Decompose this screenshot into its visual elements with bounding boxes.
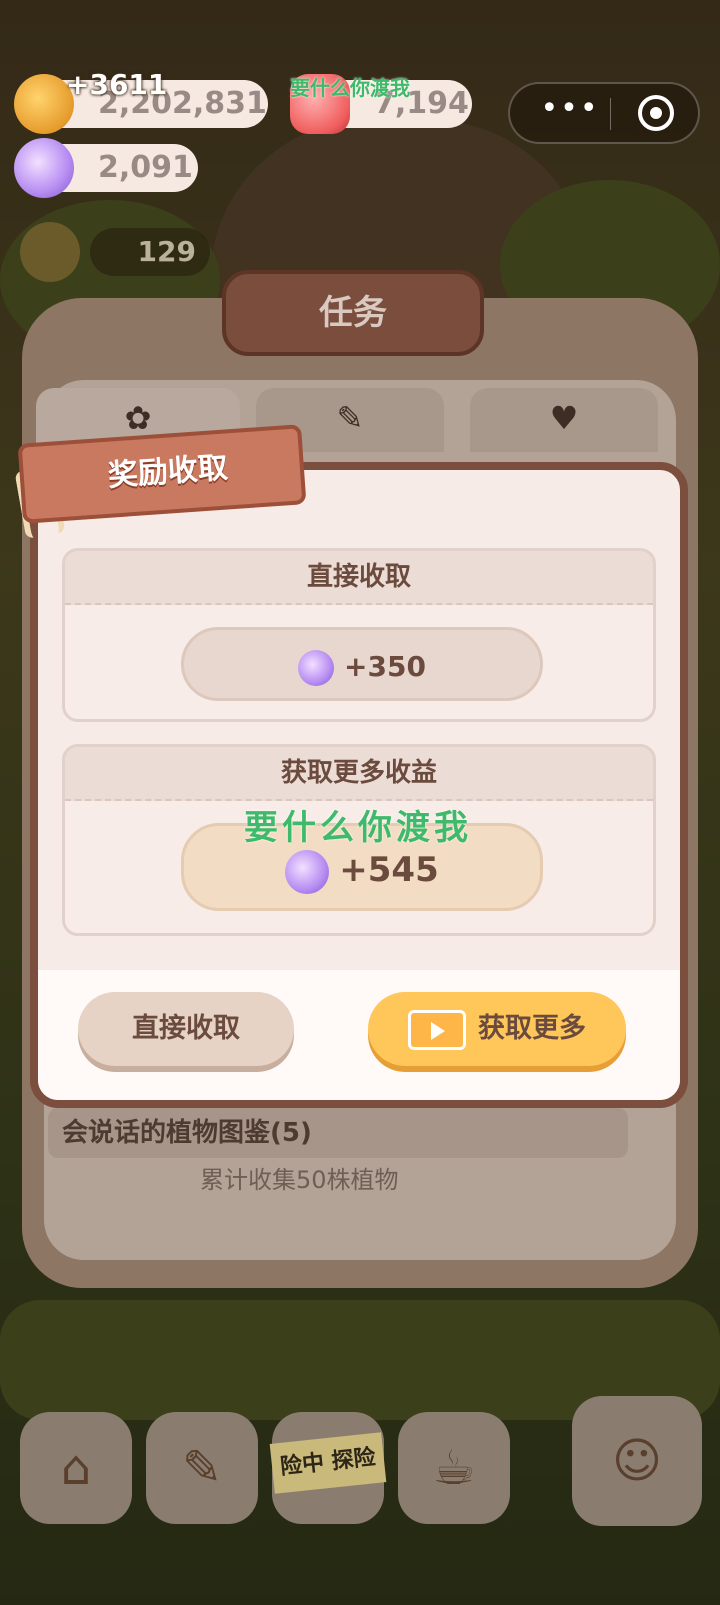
- candy-icon: [298, 650, 335, 686]
- miniprogram-capsule: •••: [508, 82, 700, 144]
- get-more-label: 获取更多: [478, 1013, 586, 1044]
- task-title-plate: 任务: [222, 270, 484, 356]
- get-more-button[interactable]: 获取更多: [368, 992, 626, 1066]
- capsule-divider: [610, 98, 611, 130]
- video-ad-icon: [408, 1009, 466, 1050]
- task-item-title: 会说话的植物图鉴(5): [48, 1108, 628, 1158]
- direct-collect-card: 直接收取 +350: [62, 548, 656, 722]
- candy-icon: [285, 849, 330, 894]
- coin-gain-popup: +3611: [66, 68, 168, 101]
- character-icon: ☺: [611, 1433, 663, 1489]
- coin-icon: [14, 74, 74, 134]
- candy-icon: [14, 138, 74, 198]
- mushroom-house-icon: ⌂: [60, 1440, 92, 1496]
- shop-icon: ☕: [432, 1440, 476, 1496]
- watermark-top: 要什么你渡我: [290, 76, 410, 100]
- direct-collect-header: 直接收取: [65, 551, 653, 605]
- sun-count: 129: [90, 228, 210, 276]
- more-income-header: 获取更多收益: [65, 747, 653, 801]
- watermark-middle: 要什么你渡我: [244, 808, 472, 848]
- direct-collect-button[interactable]: 直接收取: [78, 992, 294, 1066]
- reward-ribbon-title: 奖励收取: [106, 450, 229, 494]
- task-title: 任务: [319, 293, 387, 333]
- candy-counter: 2,091: [14, 138, 198, 198]
- task-item-desc: 累计收集50株植物: [200, 1166, 399, 1194]
- direct-reward-pill: +350: [181, 627, 543, 701]
- paw-icon: ✿: [124, 399, 152, 437]
- more-reward-amount: +545: [339, 850, 439, 890]
- direct-reward-amount: +350: [344, 650, 426, 683]
- nav-shop-button[interactable]: ☕: [398, 1412, 510, 1524]
- more-menu-button[interactable]: •••: [530, 84, 610, 142]
- nav-character-button[interactable]: ☺: [572, 1396, 702, 1526]
- sun-icon: [20, 222, 80, 282]
- close-target-icon[interactable]: [638, 95, 674, 131]
- candy-value: 2,091: [98, 150, 193, 185]
- direct-collect-body: +350: [65, 605, 653, 719]
- notebook-icon: ✎: [181, 1440, 223, 1496]
- perfume-icon: ♥: [549, 399, 579, 437]
- tab-collection[interactable]: ♥: [470, 388, 658, 452]
- nav-journal-button[interactable]: ✎: [146, 1412, 258, 1524]
- note-icon: ✎: [336, 399, 364, 437]
- nav-house-button[interactable]: ⌂: [20, 1412, 132, 1524]
